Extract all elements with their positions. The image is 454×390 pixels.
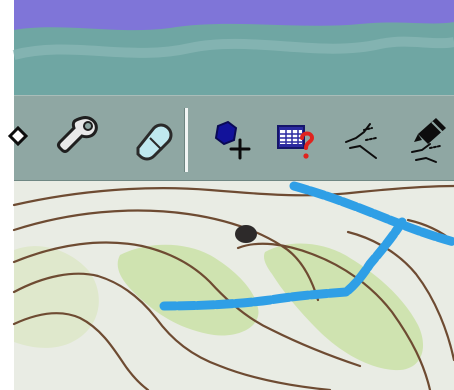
line-split-icon <box>345 123 377 159</box>
wrench-icon <box>57 116 98 153</box>
tool-button-wrench[interactable] <box>48 108 102 168</box>
map-canvas[interactable] <box>0 0 454 390</box>
pan-arrow-icon <box>7 125 29 147</box>
edit-line-icon <box>411 118 446 163</box>
eraser-icon <box>136 123 173 161</box>
map-viewport[interactable] <box>0 0 454 390</box>
terrain-feature-dot <box>235 225 257 243</box>
tool-button-pan[interactable] <box>4 108 30 168</box>
add-point-icon <box>214 120 251 160</box>
tool-button-edit-line[interactable] <box>402 108 454 168</box>
tool-button-eraser[interactable] <box>124 108 178 168</box>
tool-button-add-point[interactable] <box>200 108 256 168</box>
toolbar-separator <box>184 108 188 172</box>
tool-button-table-query[interactable] <box>268 108 322 168</box>
table-query-icon <box>277 125 315 159</box>
map-upper-forest <box>14 22 454 95</box>
tool-button-line-split[interactable] <box>336 108 390 168</box>
edit-toolbar <box>7 95 454 181</box>
